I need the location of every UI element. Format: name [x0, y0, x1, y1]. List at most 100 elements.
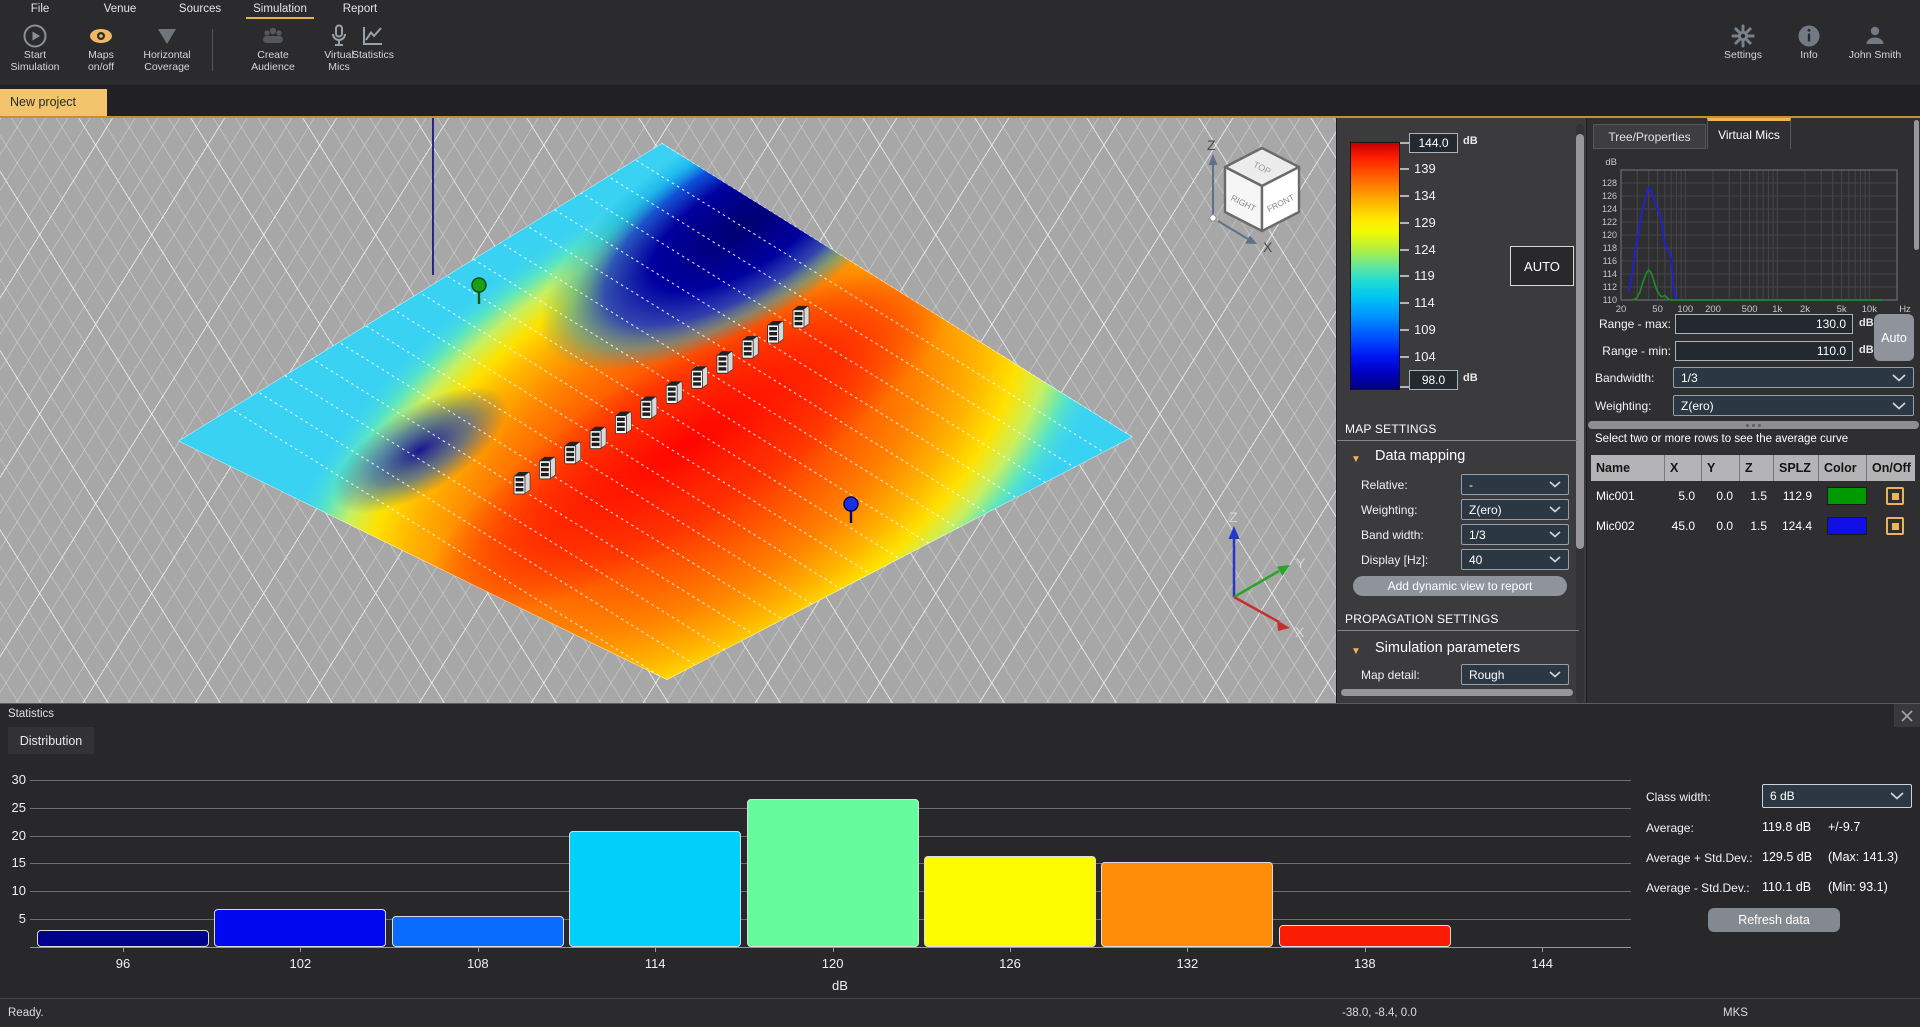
legend-vscrollbar[interactable] — [1576, 124, 1584, 704]
map-settings-header: MAP SETTINGS — [1345, 422, 1437, 436]
info-label: Info — [1800, 50, 1818, 62]
menu-venue[interactable]: Venue — [80, 0, 160, 19]
svg-text:114: 114 — [1603, 269, 1617, 279]
user-button[interactable]: John Smith — [1838, 22, 1912, 62]
colorbar-tick-label: 139 — [1414, 161, 1448, 176]
avg-minus-min: (Min: 93.1) — [1828, 880, 1888, 894]
tab-tree-properties[interactable]: Tree/Properties — [1593, 124, 1706, 149]
view-cube-z-label: Z — [1207, 137, 1216, 153]
avg-minus-value: 110.1 dB — [1762, 880, 1811, 894]
refresh-data-button[interactable]: Refresh data — [1708, 908, 1840, 932]
mic002-color-swatch[interactable] — [1827, 517, 1867, 535]
eye-icon — [87, 22, 115, 50]
tab-virtual-mics[interactable]: Virtual Mics — [1707, 118, 1791, 149]
mic-weighting-dropdown[interactable]: Z(ero) — [1673, 395, 1914, 416]
axis-y-label: Y — [1296, 555, 1306, 571]
maps-onoff-button[interactable]: Maps on/off — [68, 22, 134, 73]
svg-text:dB: dB — [1605, 157, 1617, 168]
project-tab[interactable]: New project — [0, 89, 107, 116]
legend-min-unit: dB — [1463, 372, 1478, 384]
start-simulation-label: Start — [24, 50, 46, 62]
display-hz-dropdown[interactable]: 40 — [1461, 549, 1569, 570]
average-deviation: +/-9.7 — [1828, 820, 1860, 834]
info-icon — [1796, 22, 1822, 50]
menu-report[interactable]: Report — [320, 0, 400, 19]
range-max-input[interactable]: 130.0 — [1675, 314, 1853, 334]
chevron-down-icon — [1890, 792, 1904, 800]
legend-min-input[interactable]: 98.0 — [1409, 370, 1458, 390]
user-label: John Smith — [1849, 50, 1902, 62]
spl-map: Z X TOP RIGHT FRONT Z Y X — [0, 118, 1336, 710]
view-cube[interactable]: Z X TOP RIGHT FRONT — [1207, 137, 1299, 255]
histogram-bar-114 — [569, 831, 741, 947]
mic-bandwidth-dropdown[interactable]: 1/3 — [1673, 367, 1914, 388]
menu-sources[interactable]: Sources — [160, 0, 240, 19]
chevron-down-icon — [1892, 374, 1906, 382]
statistics-button[interactable]: Statistics — [340, 22, 406, 62]
svg-text:124: 124 — [1602, 204, 1617, 214]
table-hscrollbar[interactable] — [1588, 421, 1919, 429]
collapse-triangle-icon[interactable]: ▼ — [1351, 646, 1361, 657]
range-auto-button[interactable]: Auto — [1874, 314, 1914, 361]
data-mapping-group[interactable]: Data mapping — [1375, 448, 1465, 464]
table-row-mic002[interactable]: Mic002 45.0 0.0 1.5 124.4 — [1591, 511, 1917, 541]
svg-text:118: 118 — [1603, 243, 1617, 253]
histogram-bar-96 — [37, 930, 209, 947]
menu-file[interactable]: File — [0, 0, 80, 19]
origin-axes: Z Y X — [1229, 509, 1307, 640]
right-panel-scrollbar[interactable] — [1914, 120, 1919, 250]
relative-dropdown[interactable]: - — [1461, 474, 1569, 495]
range-min-input[interactable]: 110.0 — [1675, 341, 1853, 361]
mic001-color-swatch[interactable] — [1827, 487, 1867, 505]
simulation-parameters-group[interactable]: Simulation parameters — [1375, 640, 1520, 656]
viewport-3d[interactable]: Z X TOP RIGHT FRONT Z Y X — [0, 118, 1336, 710]
bandwidth-dropdown[interactable]: 1/3 — [1461, 524, 1569, 545]
distribution-histogram: 5101520253096102108114120126132138144 — [0, 704, 1920, 999]
create-audience-label: Create — [257, 50, 289, 62]
collapse-triangle-icon[interactable]: ▼ — [1351, 454, 1361, 465]
axis-x-label: X — [1295, 624, 1305, 640]
start-simulation-button[interactable]: Start Simulation — [2, 22, 68, 73]
create-audience-button[interactable]: Create Audience — [240, 22, 306, 73]
chevron-down-icon — [1549, 671, 1561, 678]
legend-max-unit: dB — [1463, 135, 1478, 147]
svg-text:112: 112 — [1603, 282, 1617, 292]
svg-text:122: 122 — [1602, 217, 1617, 227]
mic002-onoff-checkbox[interactable] — [1886, 517, 1904, 535]
status-message: Ready. — [8, 999, 44, 1027]
menu-simulation[interactable]: Simulation — [240, 0, 320, 19]
legend-auto-button[interactable]: AUTO — [1510, 246, 1574, 286]
histogram-bar-102 — [214, 909, 386, 947]
info-button[interactable]: Info — [1776, 22, 1842, 62]
status-bar: Ready. -38.0, -8.4, 0.0 MKS — [0, 998, 1920, 1027]
people-icon — [259, 22, 287, 50]
histogram-bar-132 — [1101, 862, 1273, 947]
axis-z-label: Z — [1229, 509, 1238, 525]
svg-text:126: 126 — [1602, 191, 1617, 201]
spl-colorbar — [1350, 142, 1400, 390]
settings-button[interactable]: Settings — [1710, 22, 1776, 62]
add-dynamic-view-button[interactable]: Add dynamic view to report — [1353, 576, 1567, 596]
svg-text:120: 120 — [1602, 230, 1617, 240]
menu-bar: File Venue Sources Simulation Report — [0, 0, 1920, 19]
propagation-settings-header: PROPAGATION SETTINGS — [1345, 612, 1499, 626]
legend-hscrollbar[interactable] — [1341, 689, 1573, 696]
average-curve-hint: Select two or more rows to see the avera… — [1595, 433, 1848, 445]
weighting-dropdown[interactable]: Z(ero) — [1461, 499, 1569, 520]
mic001-onoff-checkbox[interactable] — [1886, 487, 1904, 505]
legend-panel: 139 134 129 124 119 114 109 104 144.0 dB… — [1336, 118, 1586, 710]
frequency-response-chart: dB11011211411611812012212412612820501002… — [1587, 154, 1920, 318]
chevron-down-icon — [1549, 506, 1561, 513]
gear-icon — [1730, 22, 1756, 50]
svg-text:128: 128 — [1602, 178, 1617, 188]
horizontal-coverage-button[interactable]: Horizontal Coverage — [134, 22, 200, 73]
histogram-bar-108 — [392, 916, 564, 947]
svg-text:10k: 10k — [1862, 304, 1878, 315]
legend-max-input[interactable]: 144.0 — [1409, 133, 1458, 153]
histogram-bar-126 — [924, 856, 1096, 947]
class-width-dropdown[interactable]: 6 dB — [1762, 784, 1912, 808]
map-detail-dropdown[interactable]: Rough — [1461, 664, 1569, 685]
table-row-mic001[interactable]: Mic001 5.0 0.0 1.5 112.9 — [1591, 481, 1917, 511]
avg-plus-max: (Max: 141.3) — [1828, 850, 1898, 864]
settings-label: Settings — [1724, 50, 1762, 62]
